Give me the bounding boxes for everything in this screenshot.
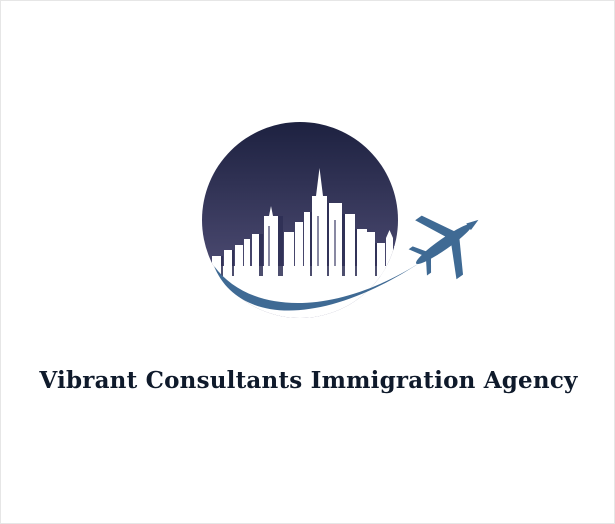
airplane-icon xyxy=(408,215,479,280)
brand-name: Vibrant Consultants Immigration Agency xyxy=(39,367,578,394)
logo-canvas: Vibrant Consultants Immigration Agency xyxy=(0,0,615,524)
city-skyline-airplane-icon xyxy=(196,116,486,341)
